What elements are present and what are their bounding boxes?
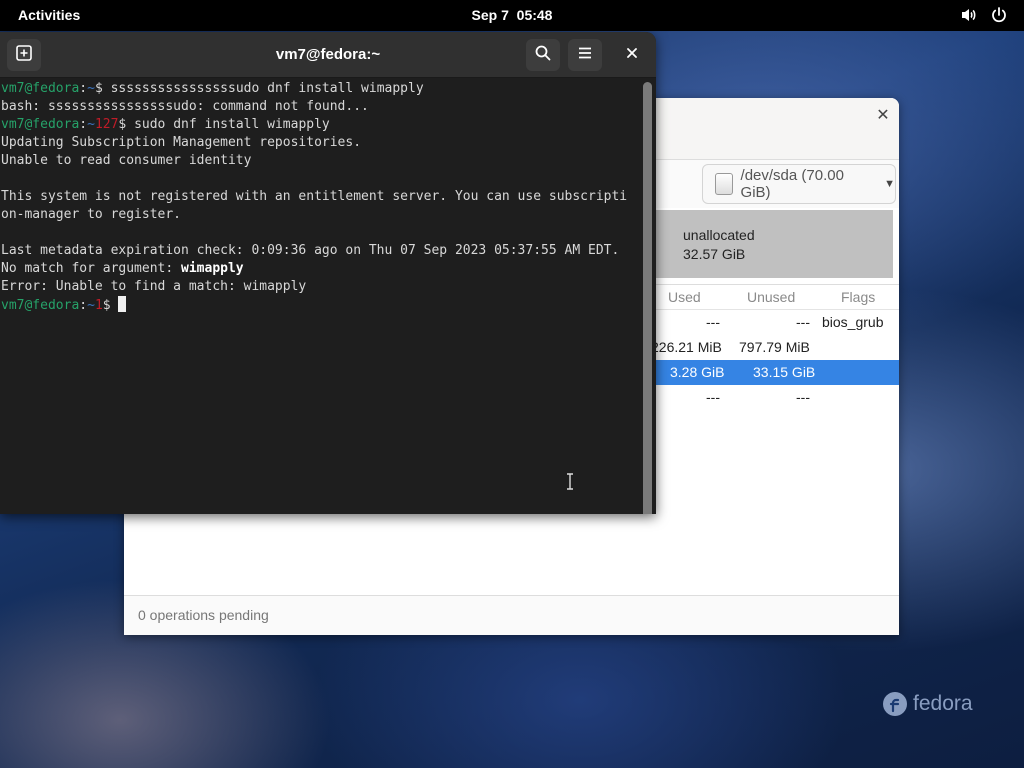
- terminal-line: Unable to read consumer identity: [1, 153, 252, 168]
- terminal-line: bash: ssssssssssssssssudo: command not f…: [1, 99, 369, 114]
- new-tab-icon: [15, 44, 33, 67]
- volume-icon[interactable]: [960, 6, 978, 24]
- prompt-symbol: $: [118, 117, 135, 132]
- prompt-separator: :: [79, 298, 88, 313]
- activities-button[interactable]: Activities: [18, 7, 80, 23]
- terminal-window[interactable]: vm7@fedora:~ vm7@fedora:~$ sssssssssssss…: [0, 32, 656, 514]
- cell-unused: ---: [796, 389, 810, 405]
- prompt-symbol: $: [102, 298, 119, 313]
- command-text: ssssssssssssssssudo dnf install wimapply: [110, 81, 424, 96]
- power-icon[interactable]: [990, 6, 1008, 24]
- new-tab-button[interactable]: [7, 39, 41, 71]
- device-selector[interactable]: /dev/sda (70.00 GiB) ▼: [702, 164, 896, 204]
- top-bar: Activities Sep 7 05:48: [0, 0, 1024, 31]
- column-header-used[interactable]: Used: [668, 289, 701, 305]
- operations-pending-label: 0 operations pending: [138, 607, 269, 623]
- column-header-unused[interactable]: Unused: [747, 289, 795, 305]
- unallocated-block[interactable]: unallocated 32.57 GiB: [654, 210, 893, 278]
- prompt-user: vm7@fedora: [1, 298, 80, 313]
- cell-used: ---: [706, 314, 720, 330]
- terminal-output[interactable]: vm7@fedora:~$ ssssssssssssssssudo dnf in…: [0, 80, 640, 510]
- prompt-user: vm7@fedora: [1, 81, 80, 96]
- command-text: sudo dnf install wimapply: [134, 117, 330, 132]
- unallocated-size: 32.57 GiB: [683, 246, 746, 262]
- clock: Sep 7 05:48: [0, 7, 1024, 23]
- prompt-symbol: $: [94, 81, 111, 96]
- output-argument: wimapply: [181, 261, 244, 276]
- close-icon: [626, 46, 638, 64]
- prompt-exit-code: 1: [94, 298, 103, 313]
- system-tray[interactable]: [960, 6, 1008, 24]
- hamburger-menu-icon: [576, 44, 594, 67]
- prompt-path: ~: [87, 117, 95, 132]
- clock-time: 05:48: [516, 7, 553, 23]
- mouse-ibeam-cursor-icon: [566, 473, 574, 490]
- terminal-line: This system is not registered with an en…: [1, 189, 628, 204]
- terminal-line: Last metadata expiration check: 0:09:36 …: [1, 243, 620, 258]
- column-header-flags[interactable]: Flags: [841, 289, 875, 305]
- cell-unused: 33.15 GiB: [753, 364, 816, 380]
- fedora-logo-icon: [883, 692, 907, 716]
- terminal-headerbar: vm7@fedora:~: [0, 32, 656, 78]
- terminal-line: on-manager to register.: [1, 207, 182, 222]
- cell-unused: 797.79 MiB: [739, 339, 810, 355]
- close-button[interactable]: [620, 44, 644, 66]
- search-icon: [534, 44, 552, 67]
- prompt-path: ~: [87, 81, 95, 96]
- cell-used: 3.28 GiB: [670, 364, 725, 380]
- prompt-separator: :: [79, 81, 88, 96]
- cell-used: 226.21 MiB: [651, 339, 722, 355]
- disk-icon: [715, 173, 733, 195]
- clock-date: Sep 7: [471, 7, 509, 23]
- terminal-line: vm7@fedora:~$ ssssssssssssssssudo dnf in…: [1, 80, 640, 98]
- chevron-down-icon: ▼: [884, 178, 895, 190]
- terminal-line: vm7@fedora:~127$ sudo dnf install wimapp…: [1, 116, 640, 134]
- unallocated-label: unallocated: [683, 227, 755, 243]
- clock-button[interactable]: Sep 7 05:48: [472, 7, 553, 23]
- search-button[interactable]: [526, 39, 560, 71]
- close-icon[interactable]: ✕: [874, 107, 892, 125]
- fedora-logo: fedora: [882, 691, 973, 717]
- prompt-path: ~: [87, 298, 95, 313]
- output-text: No match for argument:: [1, 261, 182, 276]
- cell-used: ---: [706, 389, 720, 405]
- terminal-line: Updating Subscription Management reposit…: [1, 135, 362, 150]
- fedora-logo-text: fedora: [913, 692, 973, 715]
- prompt-separator: :: [79, 117, 88, 132]
- terminal-line: No match for argument: wimapply: [1, 260, 640, 278]
- menu-button[interactable]: [568, 39, 602, 71]
- status-bar: 0 operations pending: [124, 595, 899, 635]
- cell-flags: bios_grub: [822, 314, 884, 330]
- terminal-scrollbar[interactable]: [643, 82, 652, 514]
- prompt-exit-code: 127: [94, 117, 119, 132]
- device-label: /dev/sda (70.00 GiB): [740, 167, 844, 201]
- cell-unused: ---: [796, 314, 810, 330]
- terminal-line: Error: Unable to find a match: wimapply: [1, 279, 307, 294]
- text-cursor: [118, 296, 127, 312]
- terminal-line: vm7@fedora:~1$: [1, 296, 640, 314]
- prompt-user: vm7@fedora: [1, 117, 80, 132]
